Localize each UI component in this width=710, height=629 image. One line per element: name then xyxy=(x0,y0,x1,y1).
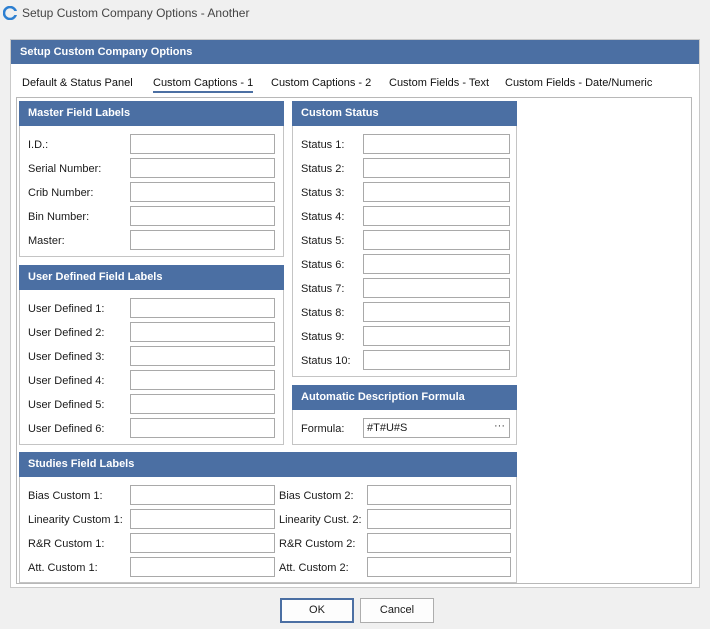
field-label: Status 3: xyxy=(301,187,345,199)
group-header: Automatic Description Formula xyxy=(292,385,517,410)
field-label: User Defined 6: xyxy=(28,423,105,435)
bias-custom-2-input[interactable] xyxy=(367,485,511,505)
tab-strip: Default & Status Panel Custom Captions -… xyxy=(11,73,699,95)
status-7-input[interactable] xyxy=(363,278,510,298)
field-label: User Defined 1: xyxy=(28,303,105,315)
ok-button[interactable]: OK xyxy=(280,598,354,623)
status-1-input[interactable] xyxy=(363,134,510,154)
tab-custom-fields-text[interactable]: Custom Fields - Text xyxy=(389,77,489,89)
formula-value: #T#U#S xyxy=(367,422,408,434)
field-label: I.D.: xyxy=(28,139,49,151)
user-defined-1-input[interactable] xyxy=(130,298,275,318)
user-defined-4-input[interactable] xyxy=(130,370,275,390)
field-label: Status 6: xyxy=(301,259,345,271)
group-header: Master Field Labels xyxy=(19,101,284,126)
bin-number-label-input[interactable] xyxy=(130,206,275,226)
field-label: Status 4: xyxy=(301,211,345,223)
field-label: Linearity Cust. 2: xyxy=(279,514,362,526)
tab-custom-captions-1[interactable]: Custom Captions - 1 xyxy=(153,77,254,93)
rr-custom-1-input[interactable] xyxy=(130,533,275,553)
field-label: Att. Custom 2: xyxy=(279,562,349,574)
status-10-input[interactable] xyxy=(363,350,510,370)
field-label: R&R Custom 1: xyxy=(28,538,105,550)
field-label: Status 10: xyxy=(301,355,351,367)
rr-custom-2-input[interactable] xyxy=(367,533,511,553)
formula-input[interactable]: #T#U#S ··· xyxy=(363,418,510,438)
dialog-panel: Setup Custom Company Options Default & S… xyxy=(10,39,700,588)
tab-custom-fields-date-numeric[interactable]: Custom Fields - Date/Numeric xyxy=(505,77,652,89)
linearity-custom-1-input[interactable] xyxy=(130,509,275,529)
field-label: User Defined 3: xyxy=(28,351,105,363)
dialog-header: Setup Custom Company Options xyxy=(11,40,699,64)
status-6-input[interactable] xyxy=(363,254,510,274)
user-defined-field-labels-group: User Defined Field Labels User Defined 1… xyxy=(19,265,284,445)
field-label: Serial Number: xyxy=(28,163,102,175)
status-2-input[interactable] xyxy=(363,158,510,178)
automatic-description-formula-group: Automatic Description Formula Formula: #… xyxy=(292,385,517,445)
ellipsis-icon[interactable]: ··· xyxy=(494,420,505,432)
field-label: Att. Custom 1: xyxy=(28,562,98,574)
crib-number-label-input[interactable] xyxy=(130,182,275,202)
master-field-labels-group: Master Field Labels I.D.: Serial Number:… xyxy=(19,101,284,257)
master-label-input[interactable] xyxy=(130,230,275,250)
group-header: Studies Field Labels xyxy=(19,452,517,477)
linearity-custom-2-input[interactable] xyxy=(367,509,511,529)
att-custom-2-input[interactable] xyxy=(367,557,511,577)
field-label: User Defined 2: xyxy=(28,327,105,339)
field-label: Status 7: xyxy=(301,283,345,295)
user-defined-5-input[interactable] xyxy=(130,394,275,414)
window-title: Setup Custom Company Options - Another xyxy=(22,6,250,20)
app-logo-icon xyxy=(3,6,17,20)
user-defined-2-input[interactable] xyxy=(130,322,275,342)
field-label: Status 8: xyxy=(301,307,345,319)
field-label: R&R Custom 2: xyxy=(279,538,356,550)
user-defined-3-input[interactable] xyxy=(130,346,275,366)
cancel-button[interactable]: Cancel xyxy=(360,598,434,623)
field-label: Bias Custom 1: xyxy=(28,490,103,502)
field-label: Status 9: xyxy=(301,331,345,343)
field-label: User Defined 4: xyxy=(28,375,105,387)
field-label: Status 1: xyxy=(301,139,345,151)
att-custom-1-input[interactable] xyxy=(130,557,275,577)
status-5-input[interactable] xyxy=(363,230,510,250)
studies-field-labels-group: Studies Field Labels Bias Custom 1: Line… xyxy=(19,452,517,583)
field-label: User Defined 5: xyxy=(28,399,105,411)
tab-default-status[interactable]: Default & Status Panel xyxy=(22,77,133,89)
bias-custom-1-input[interactable] xyxy=(130,485,275,505)
field-label: Master: xyxy=(28,235,65,247)
id-label-input[interactable] xyxy=(130,134,275,154)
field-label: Linearity Custom 1: xyxy=(28,514,123,526)
field-label: Status 2: xyxy=(301,163,345,175)
field-label: Bias Custom 2: xyxy=(279,490,354,502)
tab-custom-captions-2[interactable]: Custom Captions - 2 xyxy=(271,77,371,89)
status-3-input[interactable] xyxy=(363,182,510,202)
status-9-input[interactable] xyxy=(363,326,510,346)
serial-number-label-input[interactable] xyxy=(130,158,275,178)
field-label: Status 5: xyxy=(301,235,345,247)
field-label: Bin Number: xyxy=(28,211,90,223)
tab-content: Master Field Labels I.D.: Serial Number:… xyxy=(16,97,692,584)
status-4-input[interactable] xyxy=(363,206,510,226)
custom-status-group: Custom Status Status 1: Status 2: Status… xyxy=(292,101,517,377)
field-label: Crib Number: xyxy=(28,187,94,199)
group-header: User Defined Field Labels xyxy=(19,265,284,290)
user-defined-6-input[interactable] xyxy=(130,418,275,438)
title-bar: Setup Custom Company Options - Another xyxy=(0,0,710,28)
formula-label: Formula: xyxy=(301,423,345,435)
status-8-input[interactable] xyxy=(363,302,510,322)
group-header: Custom Status xyxy=(292,101,517,126)
